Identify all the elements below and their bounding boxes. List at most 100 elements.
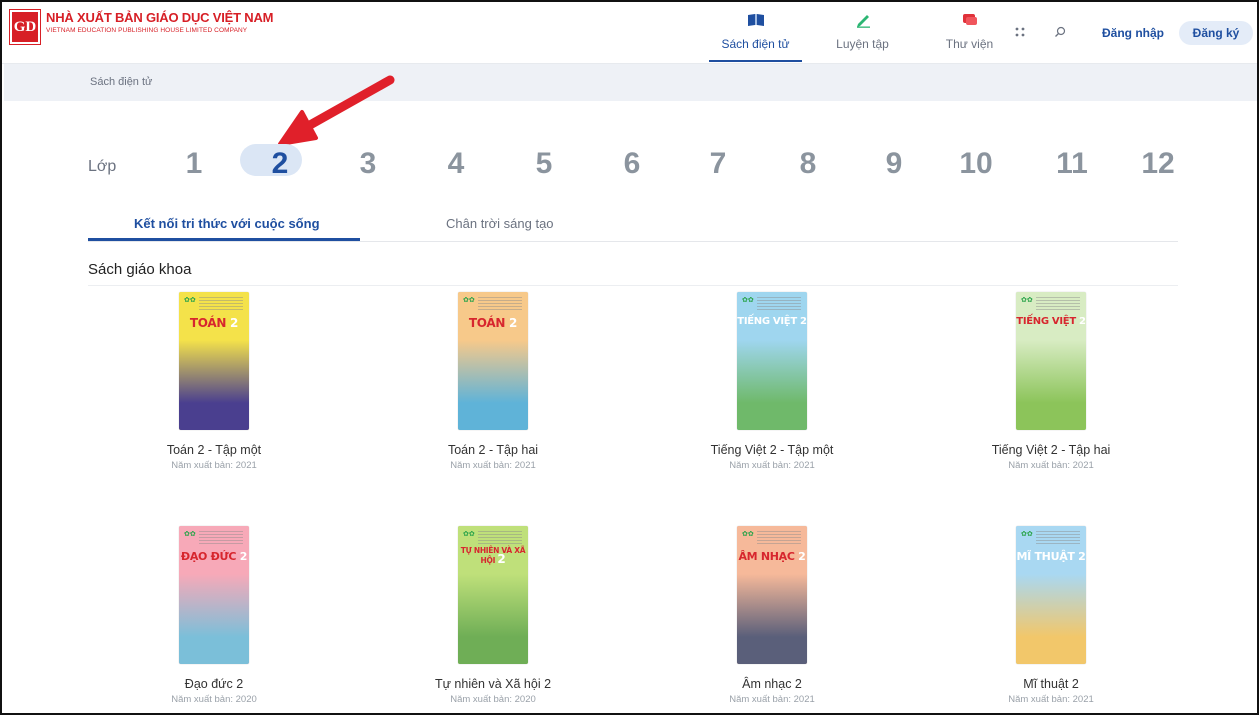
nav-library[interactable]: Thư viện: [916, 2, 1023, 64]
cover-illustration: [458, 574, 528, 664]
cover-publisher-logo: ✿✿: [184, 531, 196, 538]
main-nav: Sách điện tử Luyện tập Thư viện: [702, 2, 1023, 64]
book-year: Năm xuất bản: 2021: [729, 460, 815, 471]
book-card[interactable]: ✿✿ TOÁN 2 Toán 2 - Tập hai Năm xuất bản:…: [393, 292, 593, 472]
series-tabs: Kết nối tri thức với cuộc sống Chân trời…: [88, 208, 1178, 242]
login-link[interactable]: Đăng nhập: [1102, 26, 1164, 40]
cover-authors: [478, 531, 522, 545]
book-card[interactable]: ✿✿ ĐẠO ĐỨC 2 Đạo đức 2 Năm xuất bản: 202…: [114, 526, 314, 706]
cover-illustration: [737, 340, 807, 430]
cover-publisher-logo: ✿✿: [742, 531, 754, 538]
cover-illustration: [1016, 574, 1086, 664]
book-card[interactable]: ✿✿ TIẾNG VIỆT 2 Tiếng Việt 2 - Tập một N…: [672, 292, 872, 472]
grade-10[interactable]: 10: [946, 144, 1006, 184]
grade-11[interactable]: 11: [1042, 144, 1102, 184]
cover-publisher-logo: ✿✿: [463, 531, 475, 538]
book-title[interactable]: Toán 2 - Tập hai: [393, 443, 593, 457]
book-card[interactable]: ✿✿ TỰ NHIÊN VÀ XÃ HỘI 2 Tự nhiên và Xã h…: [393, 526, 593, 706]
cover-title: ĐẠO ĐỨC 2: [180, 550, 248, 563]
top-header: GD NHÀ XUẤT BẢN GIÁO DỤC VIỆT NAM VIETNA…: [2, 2, 1257, 64]
book-cover[interactable]: ✿✿ TIẾNG VIỆT 2: [737, 292, 807, 430]
grade-2[interactable]: 2: [250, 144, 310, 184]
cover-authors: [199, 297, 243, 311]
book-title[interactable]: Tiếng Việt 2 - Tập hai: [951, 443, 1151, 457]
cover-title: MĨ THUẬT 2: [1016, 550, 1086, 563]
grade-7[interactable]: 7: [688, 144, 748, 184]
cover-publisher-logo: ✿✿: [463, 297, 475, 304]
book-cover[interactable]: ✿✿ ĐẠO ĐỨC 2: [179, 526, 249, 664]
cover-authors: [478, 297, 522, 311]
cover-authors: [757, 531, 801, 545]
book-title[interactable]: Âm nhạc 2: [672, 677, 872, 691]
book-card[interactable]: ✿✿ TOÁN 2 Toán 2 - Tập một Năm xuất bản:…: [114, 292, 314, 472]
grade-12[interactable]: 12: [1128, 144, 1188, 184]
cover-publisher-logo: ✿✿: [1021, 531, 1033, 538]
book-year: Năm xuất bản: 2021: [450, 460, 536, 471]
cover-publisher-logo: ✿✿: [742, 297, 754, 304]
cover-title: TOÁN 2: [468, 316, 518, 330]
grade-selector: Lớp 1 2 3 4 5 6 7 8 9 10 11 12: [88, 140, 1178, 190]
grade-8[interactable]: 8: [778, 144, 838, 184]
section-title: Sách giáo khoa: [88, 261, 192, 278]
book-title[interactable]: Đạo đức 2: [114, 677, 314, 691]
book-title[interactable]: Tiếng Việt 2 - Tập một: [672, 443, 872, 457]
cover-title: TOÁN 2: [189, 316, 239, 330]
cover-authors: [1036, 531, 1080, 545]
nav-practice-label: Luyện tập: [836, 37, 889, 51]
book-title[interactable]: Toán 2 - Tập một: [114, 443, 314, 457]
nav-ebooks-label: Sách điện tử: [721, 37, 790, 51]
grade-1[interactable]: 1: [164, 144, 224, 184]
book-year: Năm xuất bản: 2021: [729, 694, 815, 705]
cover-authors: [1036, 297, 1080, 311]
book-cover[interactable]: ✿✿ TOÁN 2: [179, 292, 249, 430]
book-cover[interactable]: ✿✿ TỰ NHIÊN VÀ XÃ HỘI 2: [458, 526, 528, 664]
book-cover[interactable]: ✿✿ ÂM NHẠC 2: [737, 526, 807, 664]
grade-4[interactable]: 4: [426, 144, 486, 184]
pencil-icon: [855, 12, 871, 28]
nav-ebooks[interactable]: Sách điện tử: [702, 2, 809, 64]
grade-5[interactable]: 5: [514, 144, 574, 184]
grade-3[interactable]: 3: [338, 144, 398, 184]
cover-illustration: [458, 340, 528, 430]
breadcrumb-item[interactable]: Sách điện tử: [90, 76, 152, 88]
cover-illustration: [179, 574, 249, 664]
book-cover[interactable]: ✿✿ TOÁN 2: [458, 292, 528, 430]
book-card[interactable]: ✿✿ TIẾNG VIỆT 2 Tiếng Việt 2 - Tập hai N…: [951, 292, 1151, 472]
nav-library-label: Thư viện: [945, 37, 994, 51]
cover-title: TỰ NHIÊN VÀ XÃ HỘI 2: [460, 546, 526, 566]
app-frame: GD NHÀ XUẤT BẢN GIÁO DỤC VIỆT NAM VIETNA…: [0, 0, 1259, 715]
cover-authors: [199, 531, 243, 545]
cover-publisher-logo: ✿✿: [184, 297, 196, 304]
cover-authors: [757, 297, 801, 311]
book-year: Năm xuất bản: 2020: [171, 694, 257, 705]
cover-illustration: [737, 574, 807, 664]
active-tab-indicator: [88, 238, 360, 241]
search-icon[interactable]: [1052, 24, 1068, 40]
brand-subtitle: VIETNAM EDUCATION PUBLISHING HOUSE LIMIT…: [46, 27, 248, 34]
signup-button[interactable]: Đăng ký: [1179, 21, 1253, 45]
cover-title: TIẾNG VIỆT 2: [737, 316, 807, 327]
book-year: Năm xuất bản: 2021: [171, 460, 257, 471]
cover-illustration: [1016, 340, 1086, 430]
book-title[interactable]: Tự nhiên và Xã hội 2: [393, 677, 593, 691]
book-card[interactable]: ✿✿ ÂM NHẠC 2 Âm nhạc 2 Năm xuất bản: 202…: [672, 526, 872, 706]
book-cover[interactable]: ✿✿ TIẾNG VIỆT 2: [1016, 292, 1086, 430]
grade-6[interactable]: 6: [602, 144, 662, 184]
book-title[interactable]: Mĩ thuật 2: [951, 677, 1151, 691]
brand-mark: GD: [9, 9, 41, 45]
book-card[interactable]: ✿✿ MĨ THUẬT 2 Mĩ thuật 2 Năm xuất bản: 2…: [951, 526, 1151, 706]
brand-logo[interactable]: GD NHÀ XUẤT BẢN GIÁO DỤC VIỆT NAM VIETNA…: [9, 9, 273, 45]
book-cover[interactable]: ✿✿ MĨ THUẬT 2: [1016, 526, 1086, 664]
cover-title: TIẾNG VIỆT 2: [1016, 316, 1086, 327]
tab-chan-troi[interactable]: Chân trời sáng tạo: [446, 216, 554, 231]
book-icon: [747, 12, 765, 28]
cover-illustration: [179, 340, 249, 430]
book-year: Năm xuất bản: 2021: [1008, 460, 1094, 471]
grade-label: Lớp: [88, 158, 117, 175]
cover-publisher-logo: ✿✿: [1021, 297, 1033, 304]
tab-ket-noi[interactable]: Kết nối tri thức với cuộc sống: [134, 216, 320, 231]
apps-grid-icon[interactable]: [1012, 24, 1028, 40]
nav-practice[interactable]: Luyện tập: [809, 2, 916, 64]
grade-9[interactable]: 9: [864, 144, 924, 184]
book-year: Năm xuất bản: 2020: [450, 694, 536, 705]
